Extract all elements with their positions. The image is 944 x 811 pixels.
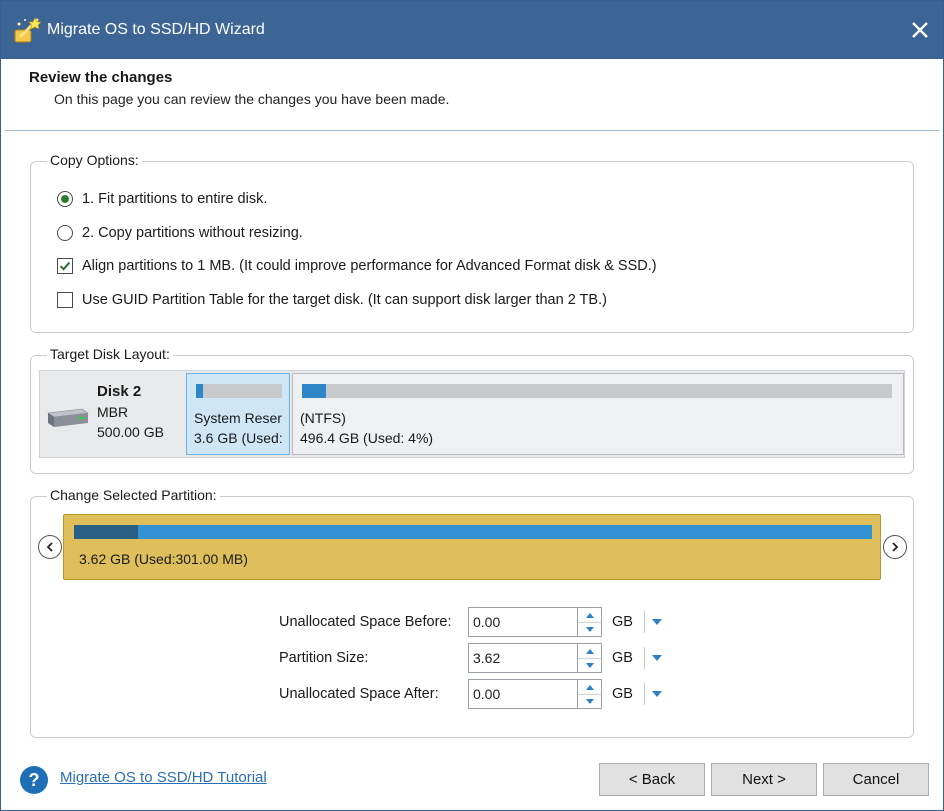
- help-question-icon[interactable]: ?: [20, 766, 48, 794]
- partition-size-row: Partition Size: GB: [5, 643, 939, 673]
- partition-size-spinner: [578, 643, 602, 673]
- chevron-down-icon: [652, 619, 662, 625]
- fit-partitions-radio[interactable]: 1. Fit partitions to entire disk.: [57, 191, 267, 207]
- align-partitions-label: Align partitions to 1 MB. (It could impr…: [82, 258, 657, 274]
- chevron-right-icon: [892, 542, 899, 552]
- triangle-down-icon: [585, 627, 594, 632]
- footer: ? Migrate OS to SSD/HD Tutorial < Back N…: [5, 753, 939, 809]
- partition-resize-bar[interactable]: 3.62 GB (Used:301.00 MB): [63, 514, 881, 580]
- unit-dropdown-button[interactable]: [649, 686, 665, 702]
- unallocated-before-spinner: [578, 607, 602, 637]
- triangle-up-icon: [585, 648, 594, 654]
- title-bar: Migrate OS to SSD/HD Wizard: [1, 1, 943, 59]
- unallocated-before-row: Unallocated Space Before: GB: [5, 607, 939, 637]
- partition-usage-fill: [302, 384, 326, 398]
- radio-unselected[interactable]: [57, 225, 73, 241]
- unallocated-after-input[interactable]: [468, 679, 578, 709]
- unit-dropdown-button[interactable]: [649, 650, 665, 666]
- partition-system-reserved[interactable]: System Reser 3.6 GB (Used:: [186, 373, 290, 455]
- spin-down-button[interactable]: [578, 622, 601, 637]
- back-button[interactable]: < Back: [599, 763, 705, 796]
- copy-without-resize-label: 2. Copy partitions without resizing.: [82, 225, 303, 241]
- partition-ntfs[interactable]: (NTFS) 496.4 GB (Used: 4%): [292, 373, 904, 455]
- checkbox-unchecked[interactable]: [57, 292, 73, 308]
- hard-disk-icon: [47, 408, 89, 427]
- disk-row: Disk 2 MBR 500.00 GB System Reser 3.6 GB…: [39, 370, 905, 458]
- unallocated-after-label: Unallocated Space After:: [279, 686, 439, 702]
- triangle-down-icon: [585, 699, 594, 704]
- chevron-down-icon: [652, 691, 662, 697]
- spin-down-button[interactable]: [578, 694, 601, 709]
- close-button[interactable]: [903, 13, 937, 47]
- target-disk-layout-group: Target Disk Layout: Disk 2 MBR 500.00 GB: [30, 346, 914, 474]
- page-subtitle: On this page you can review the changes …: [54, 91, 450, 107]
- close-icon: [912, 22, 928, 38]
- target-disk-layout-legend: Target Disk Layout:: [47, 346, 173, 362]
- change-partition-group: Change Selected Partition: 3.62 GB (Used…: [30, 487, 914, 738]
- copy-options-group: Copy Options: 1. Fit partitions to entir…: [30, 152, 914, 333]
- tutorial-link[interactable]: Migrate OS to SSD/HD Tutorial: [60, 769, 267, 786]
- disk-type: MBR: [97, 404, 129, 420]
- partition-usage-bar: [196, 384, 282, 398]
- triangle-down-icon: [585, 663, 594, 668]
- partition-detail: 496.4 GB (Used: 4%): [300, 430, 434, 446]
- unit-dropdown-button[interactable]: [649, 614, 665, 630]
- checkmark-icon: [59, 261, 71, 271]
- chevron-left-icon: [46, 542, 53, 552]
- content-area: Copy Options: 1. Fit partitions to entir…: [5, 132, 939, 752]
- align-partitions-checkbox[interactable]: Align partitions to 1 MB. (It could impr…: [57, 258, 657, 274]
- partition-used-fill: [74, 525, 138, 539]
- use-gpt-checkbox[interactable]: Use GUID Partition Table for the target …: [57, 292, 607, 308]
- unit-divider: [644, 683, 645, 705]
- partition-usage-bar: [302, 384, 892, 398]
- unit-label: GB: [612, 686, 633, 702]
- chevron-down-icon: [652, 655, 662, 661]
- unallocated-after-spinner: [578, 679, 602, 709]
- next-button[interactable]: Next >: [711, 763, 817, 796]
- checkbox-checked[interactable]: [57, 258, 73, 274]
- unallocated-after-row: Unallocated Space After: GB: [5, 679, 939, 709]
- wizard-window: Migrate OS to SSD/HD Wizard Review the c…: [0, 0, 944, 811]
- spin-up-button[interactable]: [578, 608, 601, 623]
- partition-label: System Reser: [194, 410, 282, 426]
- change-partition-legend: Change Selected Partition:: [47, 487, 220, 503]
- unallocated-before-input[interactable]: [468, 607, 578, 637]
- triangle-up-icon: [585, 612, 594, 618]
- page-header: Review the changes On this page you can …: [5, 59, 939, 131]
- partition-size-bar: [74, 525, 872, 539]
- wizard-wand-icon: [14, 17, 41, 43]
- partition-size-label: 3.62 GB (Used:301.00 MB): [79, 551, 248, 567]
- spin-up-button[interactable]: [578, 644, 601, 659]
- partition-detail: 3.6 GB (Used:: [194, 430, 283, 446]
- copy-without-resize-radio[interactable]: 2. Copy partitions without resizing.: [57, 225, 303, 241]
- disk-info[interactable]: Disk 2 MBR 500.00 GB: [40, 371, 186, 457]
- radio-selected[interactable]: [57, 191, 73, 207]
- previous-partition-button[interactable]: [38, 535, 62, 559]
- spin-down-button[interactable]: [578, 658, 601, 673]
- next-partition-button[interactable]: [883, 535, 907, 559]
- page-title: Review the changes: [29, 69, 173, 86]
- use-gpt-label: Use GUID Partition Table for the target …: [82, 292, 607, 308]
- disk-name: Disk 2: [97, 383, 142, 400]
- triangle-up-icon: [585, 684, 594, 690]
- unallocated-before-label: Unallocated Space Before:: [279, 614, 452, 630]
- unit-label: GB: [612, 650, 633, 666]
- unit-divider: [644, 647, 645, 669]
- disk-size: 500.00 GB: [97, 424, 164, 440]
- spin-up-button[interactable]: [578, 680, 601, 695]
- partition-label: (NTFS): [300, 410, 346, 426]
- partition-size-input[interactable]: [468, 643, 578, 673]
- cancel-button[interactable]: Cancel: [823, 763, 929, 796]
- unit-label: GB: [612, 614, 633, 630]
- fit-partitions-label: 1. Fit partitions to entire disk.: [82, 191, 268, 207]
- partition-usage-fill: [196, 384, 203, 398]
- window-title: Migrate OS to SSD/HD Wizard: [47, 21, 265, 38]
- unit-divider: [644, 611, 645, 633]
- partition-size-field-label: Partition Size:: [279, 650, 369, 666]
- copy-options-legend: Copy Options:: [47, 152, 142, 168]
